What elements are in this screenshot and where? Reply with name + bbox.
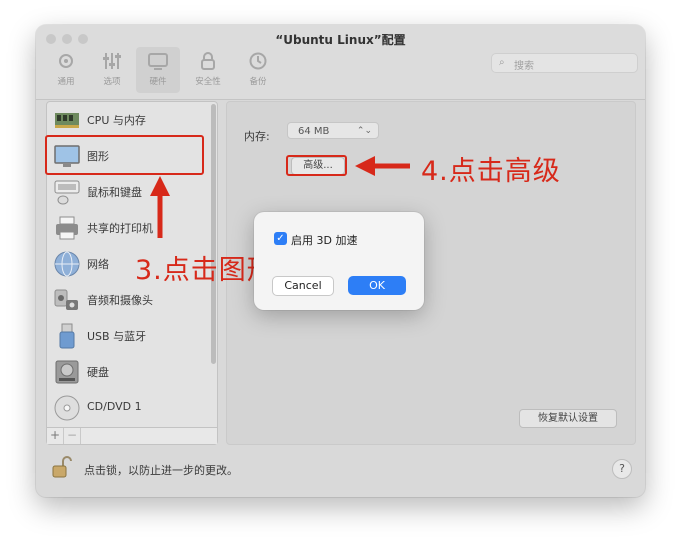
search-input[interactable]: ⌕ 搜索 — [491, 53, 638, 73]
sidebar-item-cd-dvd[interactable]: CD/DVD 1 — [51, 392, 207, 424]
lock-icon — [201, 52, 215, 70]
sidebar-footer: + − — [47, 427, 217, 444]
sidebar-item-label: CD/DVD 1 — [87, 400, 142, 413]
printer-icon — [56, 216, 78, 240]
help-button[interactable]: ? — [612, 459, 632, 479]
sidebar-item-label: 鼠标和键盘 — [87, 186, 142, 199]
sidebar-item-label: 硬盘 — [87, 366, 109, 379]
sidebar-item-mouse-keyboard[interactable]: 鼠标和键盘 — [51, 176, 207, 208]
toolbar-security[interactable]: 安全性 — [186, 47, 230, 93]
restore-defaults-button[interactable]: 恢复默认设置 — [519, 409, 617, 428]
sidebar-item-label: 音频和摄像头 — [87, 294, 153, 307]
globe-icon — [54, 251, 80, 277]
toolbar-hardware[interactable]: 硬件 — [136, 47, 180, 93]
cd-dvd-icon — [54, 395, 80, 421]
toolbar-options[interactable]: 选项 — [90, 47, 134, 93]
sidebar-item-shared-printers[interactable]: 共享的打印机 — [51, 212, 207, 244]
updown-chevron-icon: ⌃⌄ — [356, 126, 372, 136]
display-icon — [148, 53, 168, 70]
sidebar-scrollbar[interactable] — [211, 104, 216, 364]
search-placeholder: 搜索 — [514, 61, 534, 72]
memory-select-value: 64 MB — [298, 126, 330, 137]
title-bar: “Ubuntu Linux”配置 通用 选项 硬件 安全性 备份 ⌕ 搜索 — [36, 25, 645, 100]
search-icon: ⌕ — [499, 57, 505, 68]
sidebar-item-label: CPU 与内存 — [87, 114, 146, 127]
sidebar-item-cpu-memory[interactable]: CPU 与内存 — [51, 104, 207, 136]
toolbar-general-label: 通用 — [57, 77, 75, 87]
toolbar-hardware-label: 硬件 — [149, 77, 167, 87]
step4-annotation: 4.点击高级 — [421, 156, 561, 187]
lock-hint-text: 点击锁，以防止进一步的更改。 — [84, 464, 238, 477]
memory-chip-icon — [55, 113, 79, 128]
memory-label: 内存: — [244, 130, 270, 143]
speaker-camera-icon — [54, 289, 78, 310]
toolbar-security-label: 安全性 — [195, 77, 221, 87]
sidebar-item-label: USB 与蓝牙 — [87, 330, 147, 343]
toolbar-options-label: 选项 — [103, 77, 121, 87]
usb-icon — [59, 323, 75, 349]
advanced-highlight-box — [286, 155, 347, 176]
keyboard-mouse-icon — [54, 180, 80, 205]
sidebar-item-label: 网络 — [87, 258, 109, 271]
cancel-button[interactable]: Cancel — [272, 276, 334, 296]
window-title: “Ubuntu Linux”配置 — [275, 33, 406, 47]
remove-device-button[interactable]: − — [64, 428, 81, 444]
enable-3d-label: 启用 3D 加速 — [291, 234, 358, 247]
toolbar-backup[interactable]: 备份 — [236, 47, 280, 93]
add-device-button[interactable]: + — [47, 428, 64, 444]
sidebar-item-audio-camera[interactable]: 音频和摄像头 — [51, 284, 207, 316]
sliders-icon — [103, 53, 121, 69]
sidebar-item-hard-disk[interactable]: 硬盘 — [51, 356, 207, 388]
sidebar-item-usb-bluetooth[interactable]: USB 与蓝牙 — [51, 320, 207, 352]
ok-button[interactable]: OK — [348, 276, 406, 295]
advanced-graphics-dialog: ✓ 启用 3D 加速 Cancel OK — [254, 212, 424, 310]
sidebar-item-label: 共享的打印机 — [87, 222, 153, 235]
toolbar-backup-label: 备份 — [249, 77, 267, 87]
gear-icon — [59, 54, 73, 68]
graphics-highlight-box — [45, 135, 204, 175]
toolbar-general[interactable]: 通用 — [44, 47, 88, 93]
memory-select[interactable]: 64 MB ⌃⌄ — [287, 122, 379, 139]
clock-icon — [249, 52, 267, 70]
unlocked-lock-icon[interactable] — [52, 455, 72, 479]
hard-disk-icon — [55, 360, 79, 384]
enable-3d-checkbox[interactable]: ✓ — [274, 232, 287, 245]
